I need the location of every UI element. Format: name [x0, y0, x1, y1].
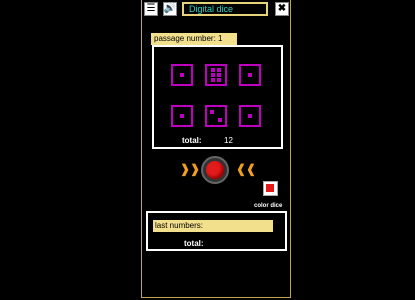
speaker-icon[interactable]: 🔊 [163, 2, 177, 16]
color-dice-label[interactable]: color dice [254, 203, 282, 209]
roll-button[interactable] [201, 156, 229, 184]
chevron-right-icon: ❱❱ [180, 162, 201, 176]
app-window: ☰ 🔊 Digital dice ✖ passage number: 1 tot… [141, 0, 291, 298]
die-2[interactable] [205, 64, 227, 86]
last-total-label: total: [184, 239, 204, 248]
total-label: total: [182, 136, 202, 145]
dice-area[interactable] [152, 45, 283, 149]
app-title: Digital dice [182, 2, 268, 16]
passage-number: passage number: 1 [151, 33, 237, 45]
die-5[interactable] [205, 105, 227, 127]
total-row: total: 12 [182, 136, 233, 145]
last-numbers-panel: last numbers: total: [146, 211, 287, 251]
die-4[interactable] [171, 105, 193, 127]
die-3[interactable] [239, 64, 261, 86]
chevron-left-icon: ❰❰ [236, 162, 257, 176]
close-icon[interactable]: ✖ [275, 2, 289, 16]
menu-icon[interactable]: ☰ [144, 2, 158, 16]
last-numbers-label: last numbers: [153, 220, 273, 232]
total-value: 12 [224, 136, 233, 145]
color-dice-icon[interactable] [263, 181, 278, 196]
die-6[interactable] [239, 105, 261, 127]
die-1[interactable] [171, 64, 193, 86]
